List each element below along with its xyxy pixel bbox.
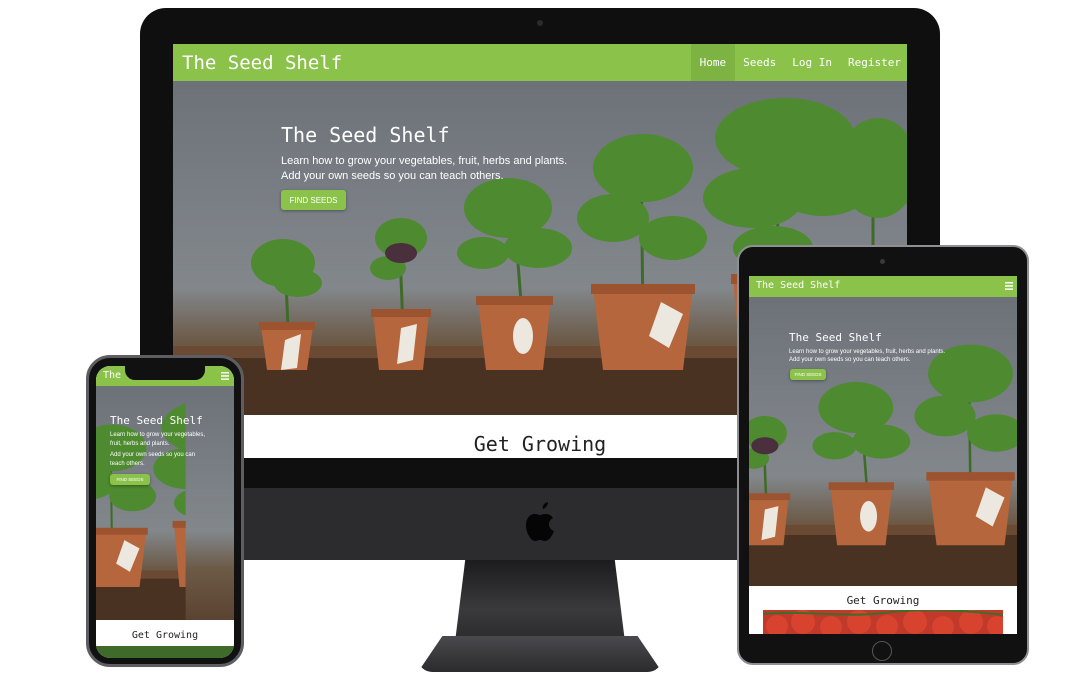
brand-logo-tablet[interactable]: The Seed Shelf: [756, 280, 840, 291]
hero-subtitle-line1a-phone: Learn how to grow your vegetables,: [110, 432, 206, 438]
find-seeds-button-tablet[interactable]: Find Seeds: [790, 369, 826, 380]
greenery-image-phone: [96, 646, 234, 658]
iphone-screen: The Seed Shelf The Seed Shelf Learn how …: [96, 366, 234, 658]
ipad-screen: The Seed Shelf The Seed Shelf Learn how …: [749, 276, 1017, 634]
hero-section-phone: The Seed Shelf Learn how to grow your ve…: [96, 386, 234, 620]
hero-title: The Seed Shelf: [281, 123, 450, 147]
ipad-home-button: [872, 641, 892, 661]
imac-stand-neck: [455, 560, 625, 642]
nav-item-login[interactable]: Log In: [784, 44, 840, 81]
nav-item-seeds[interactable]: Seeds: [735, 44, 784, 81]
find-seeds-button-phone[interactable]: Find Seeds: [110, 474, 150, 485]
imac-stand-foot: [418, 636, 662, 672]
iphone-notch: [125, 364, 205, 380]
apple-logo-icon: [526, 502, 554, 541]
brand-logo[interactable]: The Seed Shelf: [182, 52, 342, 74]
hero-subtitle-line2b-phone: teach others.: [110, 461, 145, 467]
imac-camera: [537, 20, 543, 26]
hero-section-tablet: The Seed Shelf Learn how to grow your ve…: [749, 297, 1017, 586]
get-growing-heading-phone: Get Growing: [131, 630, 199, 641]
tomatoes-image: [763, 610, 1003, 634]
hamburger-menu-icon[interactable]: [1005, 282, 1013, 290]
hero-subtitle-line2: Add your own seeds so you can teach othe…: [281, 170, 504, 182]
hero-title-phone: The Seed Shelf: [110, 414, 203, 427]
hero-subtitle-line1-tablet: Learn how to grow your vegetables, fruit…: [789, 349, 946, 355]
nav-item-home[interactable]: Home: [690, 44, 736, 81]
nav-item-register[interactable]: Register: [840, 44, 907, 81]
find-seeds-button[interactable]: Find Seeds: [281, 190, 346, 210]
get-growing-heading-tablet: Get Growing: [846, 594, 920, 607]
nav-links: Home Seeds Log In Register: [690, 44, 907, 81]
navbar-tablet: The Seed Shelf: [749, 276, 1017, 297]
hero-title-tablet: The Seed Shelf: [789, 331, 882, 344]
hero-subtitle-line2-tablet: Add your own seeds so you can teach othe…: [789, 357, 911, 363]
hamburger-menu-icon[interactable]: [221, 372, 229, 380]
hero-subtitle-line2a-phone: Add your own seeds so you can: [110, 452, 196, 458]
hero-subtitle-line1: Learn how to grow your vegetables, fruit…: [281, 155, 568, 167]
navbar: The Seed Shelf Home Seeds Log In Registe…: [173, 44, 907, 81]
ipad-camera: [880, 259, 885, 264]
hero-subtitle-line1b-phone: fruit, herbs and plants.: [110, 441, 170, 447]
